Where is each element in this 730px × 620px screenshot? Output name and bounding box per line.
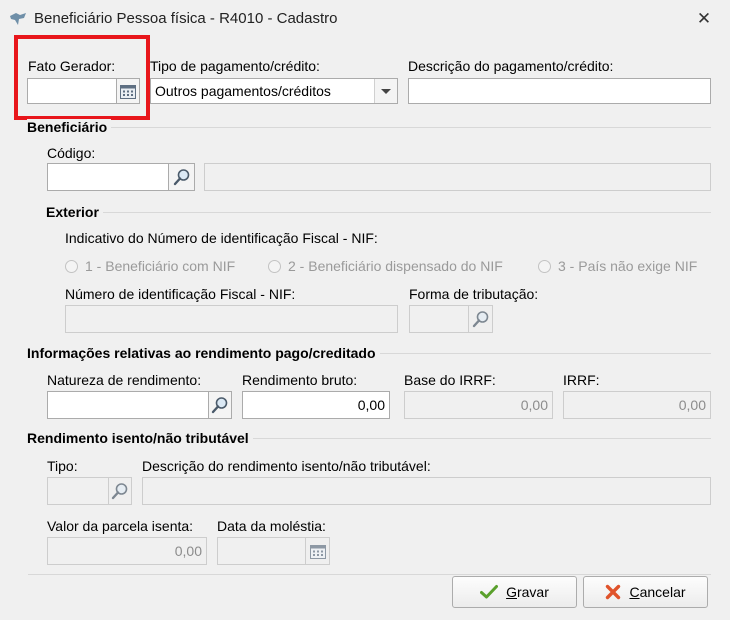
irrf-field [563, 391, 711, 419]
radio-button[interactable] [268, 259, 281, 273]
data-molestia-field [217, 537, 306, 565]
nif-label: Número de identificação Fiscal - NIF: [65, 286, 296, 302]
rendimento-bruto-label: Rendimento bruto: [242, 372, 358, 388]
beneficiario-section-title: Beneficiário [27, 119, 112, 135]
gravar-button[interactable]: Gravar [452, 576, 577, 608]
fato-gerador-field[interactable] [27, 78, 117, 104]
natureza-rendimento-field[interactable] [47, 391, 209, 419]
rendimento-bruto-field[interactable] [242, 391, 390, 419]
rendimento-section-title: Informações relativas ao rendimento pago… [27, 345, 380, 361]
codigo-search-button[interactable] [168, 163, 195, 191]
calendar-icon [120, 84, 136, 99]
radio-label: 2 - Beneficiário dispensado do NIF [288, 258, 503, 274]
app-icon [10, 13, 26, 25]
cancelar-button[interactable]: Cancelar [583, 576, 708, 608]
parcela-isenta-label: Valor da parcela isenta: [47, 518, 194, 534]
codigo-field[interactable] [47, 163, 169, 191]
search-icon [111, 483, 128, 500]
cancelar-label-rest: ancelar [639, 584, 686, 600]
radio-label: 3 - País não exige NIF [558, 258, 698, 274]
cancelar-accelerator: C [629, 584, 640, 600]
cancel-icon [606, 584, 621, 600]
close-icon[interactable]: ✕ [694, 9, 714, 29]
divider [47, 212, 711, 213]
descricao-isento-label: Descrição do rendimento isento/não tribu… [142, 458, 431, 474]
search-icon [211, 397, 228, 414]
base-irrf-label: Base do IRRF: [404, 372, 496, 388]
calendar-icon [309, 544, 326, 559]
descricao-isento-field [142, 477, 711, 505]
natureza-rendimento-label: Natureza de rendimento: [47, 372, 202, 388]
molestia-calendar-button [305, 537, 330, 565]
beneficiario-nome-field [204, 163, 711, 191]
data-molestia-label: Data da moléstia: [217, 518, 326, 534]
tipo-pagamento-label: Tipo de pagamento/crédito: [150, 58, 320, 74]
codigo-label: Código: [47, 145, 96, 161]
forma-tributacao-label: Forma de tributação: [409, 286, 539, 302]
irrf-label: IRRF: [563, 372, 600, 388]
parcela-isenta-field [47, 537, 207, 565]
tipo-search-button [108, 477, 132, 505]
natureza-search-button[interactable] [208, 391, 232, 419]
search-icon [472, 311, 488, 328]
check-icon [480, 585, 499, 599]
base-irrf-field [404, 391, 553, 419]
gravar-label-rest: ravar [516, 584, 549, 600]
radio-beneficiario-dispensado[interactable]: 2 - Beneficiário dispensado do NIF [268, 258, 503, 274]
radio-button[interactable] [538, 259, 551, 273]
nif-field [65, 305, 398, 333]
radio-label: 1 - Beneficiário com NIF [85, 258, 236, 274]
forma-tributacao-field [409, 305, 469, 333]
tipo-pagamento-value: Outros pagamentos/créditos [155, 83, 331, 99]
descricao-pagamento-field[interactable] [408, 78, 711, 104]
calendar-button[interactable] [116, 78, 140, 104]
dropdown-arrow-icon[interactable] [374, 79, 397, 103]
fato-gerador-label: Fato Gerador: [28, 58, 116, 74]
gravar-accelerator: G [506, 584, 517, 600]
divider [28, 127, 711, 128]
tipo-pagamento-select[interactable]: Outros pagamentos/créditos [150, 78, 398, 104]
cancelar-label: Cancelar [629, 584, 685, 600]
forma-tributacao-search-button [468, 305, 493, 333]
gravar-label: Gravar [506, 584, 549, 600]
radio-beneficiario-com-nif[interactable]: 1 - Beneficiário com NIF [65, 258, 235, 274]
exterior-section-title: Exterior [46, 204, 103, 220]
window-title: Beneficiário Pessoa física - R4010 - Cad… [34, 10, 338, 27]
search-icon [173, 169, 189, 186]
radio-pais-nao-exige-nif[interactable]: 3 - País não exige NIF [538, 258, 697, 274]
isento-section-title: Rendimento isento/não tributável [27, 430, 253, 446]
tipo-label: Tipo: [47, 458, 78, 474]
tipo-field [47, 477, 109, 505]
nif-indicator-label: Indicativo do Número de identificação Fi… [65, 230, 378, 246]
footer-divider [28, 574, 711, 575]
descricao-pagamento-label: Descrição do pagamento/crédito: [408, 58, 614, 74]
radio-button[interactable] [65, 259, 78, 273]
